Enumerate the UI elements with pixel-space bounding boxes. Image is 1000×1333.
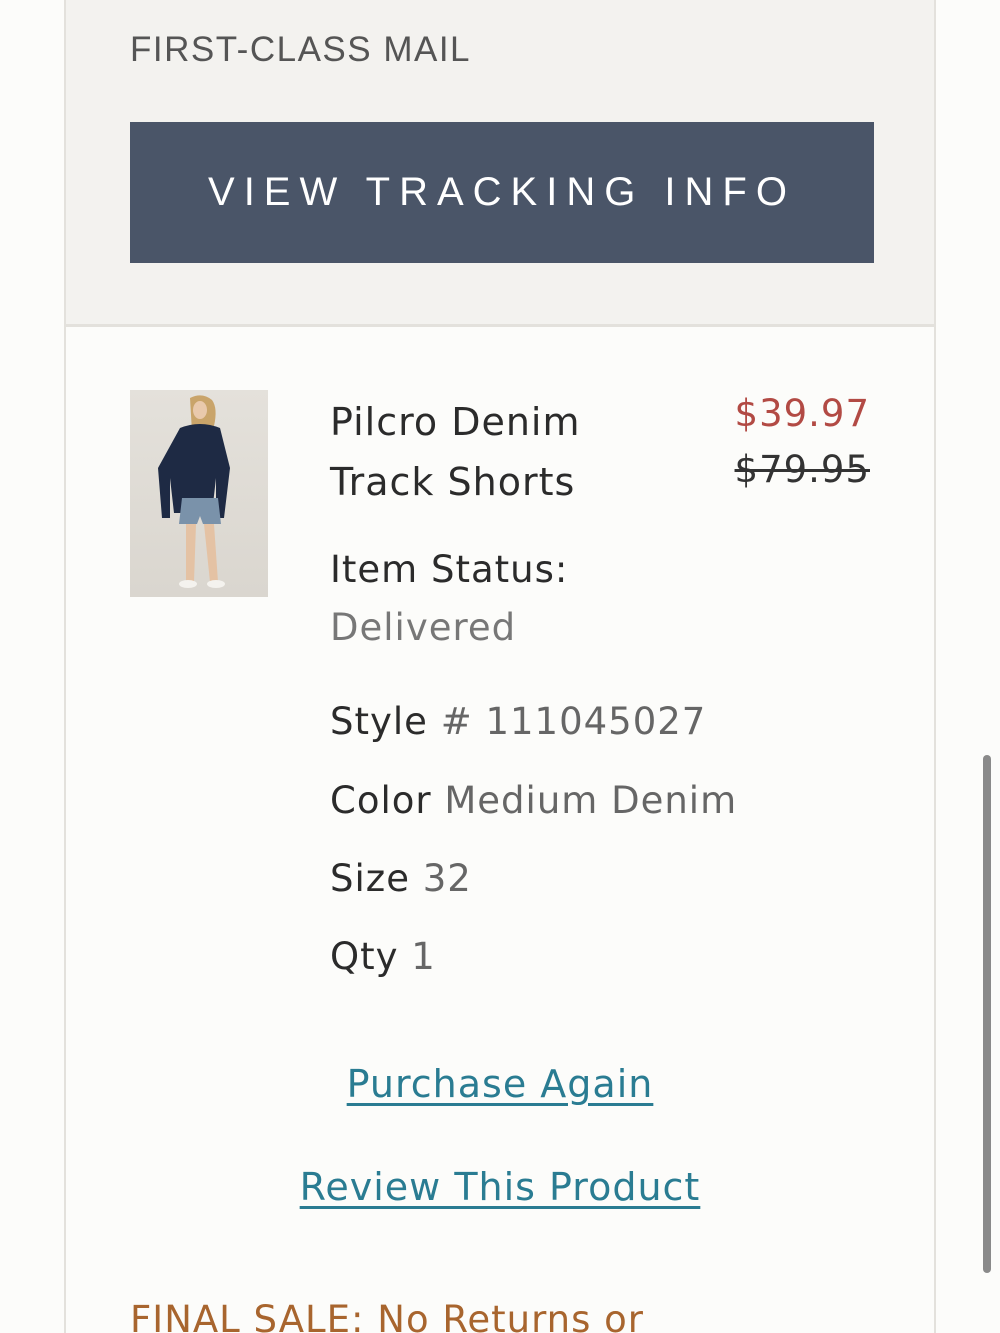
view-tracking-button[interactable]: VIEW TRACKING INFO <box>130 122 874 263</box>
final-sale-notice: FINAL SALE: No Returns or <box>130 1298 645 1333</box>
purchase-again-link[interactable]: Purchase Again <box>347 1062 654 1106</box>
shipping-method: FIRST-CLASS MAIL <box>130 30 472 69</box>
original-price: $79.95 <box>734 448 870 491</box>
purchase-again-container: Purchase Again <box>66 1062 934 1106</box>
product-photo-icon <box>158 395 230 588</box>
scrollbar[interactable] <box>983 755 991 1273</box>
product-name-line1: Pilcro Denim <box>330 400 581 444</box>
item-status-value: Delivered <box>330 606 517 649</box>
size-label: Size <box>330 857 410 900</box>
qty-label: Qty <box>330 935 399 978</box>
shipment-card: FIRST-CLASS MAIL VIEW TRACKING INFO Pilc… <box>64 0 936 1333</box>
item-status-label: Item Status: <box>330 548 569 591</box>
qty-row: Qty 1 <box>330 935 436 978</box>
style-value: # 111045027 <box>440 700 707 743</box>
review-product-link[interactable]: Review This Product <box>300 1165 701 1209</box>
size-row: Size 32 <box>330 857 472 900</box>
style-label: Style <box>330 700 428 743</box>
size-value: 32 <box>422 857 472 900</box>
review-container: Review This Product <box>66 1165 934 1209</box>
product-name-line2: Track Shorts <box>330 460 576 504</box>
order-details-page: FIRST-CLASS MAIL VIEW TRACKING INFO Pilc… <box>0 0 1000 1333</box>
qty-value: 1 <box>411 935 436 978</box>
shipping-section: FIRST-CLASS MAIL VIEW TRACKING INFO <box>66 0 934 327</box>
product-name[interactable]: Pilcro Denim Track Shorts <box>330 392 650 512</box>
color-value: Medium Denim <box>444 779 738 822</box>
product-thumbnail[interactable] <box>130 390 268 597</box>
color-row: Color Medium Denim <box>330 779 737 822</box>
sale-price: $39.97 <box>734 392 870 435</box>
style-row: Style # 111045027 <box>330 700 706 743</box>
color-label: Color <box>330 779 432 822</box>
